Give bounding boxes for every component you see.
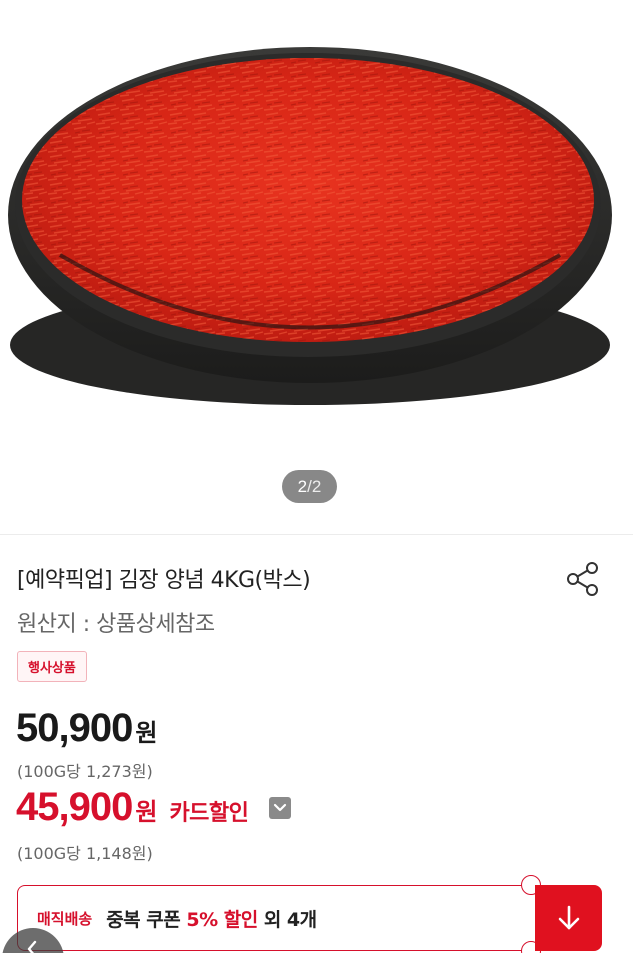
chevron-down-icon	[273, 803, 287, 812]
share-button[interactable]	[561, 560, 605, 600]
image-pager: 2 / 2	[282, 470, 337, 503]
coupon-text: 중복 쿠폰 5% 할인 외 4개	[106, 905, 317, 932]
delivery-tag: 매직배송	[37, 909, 93, 928]
product-image-gallery[interactable]: 2 / 2	[0, 0, 633, 535]
coupon-banner[interactable]: 매직배송 중복 쿠폰 5% 할인 외 4개	[17, 885, 544, 951]
coupon-download-button[interactable]	[535, 885, 602, 951]
pager-current: 2	[297, 476, 308, 496]
sale-price-row: 45,900 원 카드할인	[16, 785, 249, 830]
product-title: [예약픽업] 김장 양념 4KG(박스)	[17, 568, 311, 593]
pager-total: 2	[311, 476, 322, 496]
arrow-down-icon	[558, 905, 579, 930]
sale-currency: 원	[135, 798, 158, 826]
coupon-text-highlight: 5% 할인	[186, 908, 258, 931]
share-icon	[567, 562, 598, 596]
product-origin: 원산지 : 상품상세참조	[17, 612, 215, 637]
card-discount-label: 카드할인	[169, 801, 249, 826]
coupon-text-prefix: 중복 쿠폰	[106, 908, 187, 931]
regular-currency: 원	[135, 719, 158, 747]
regular-unit-price: (100G당 1,273원)	[17, 762, 153, 781]
discount-detail-toggle[interactable]	[269, 797, 291, 819]
event-badge: 행사상품	[17, 651, 87, 682]
coupon-text-suffix: 외 4개	[257, 908, 317, 931]
regular-price: 50,900	[16, 706, 133, 750]
section-divider	[0, 534, 633, 535]
sale-unit-price: (100G당 1,148원)	[17, 844, 153, 863]
sale-price: 45,900	[16, 785, 133, 829]
regular-price-row: 50,900 원	[16, 706, 157, 751]
product-photo	[8, 47, 612, 405]
chevron-left-icon	[27, 940, 37, 953]
